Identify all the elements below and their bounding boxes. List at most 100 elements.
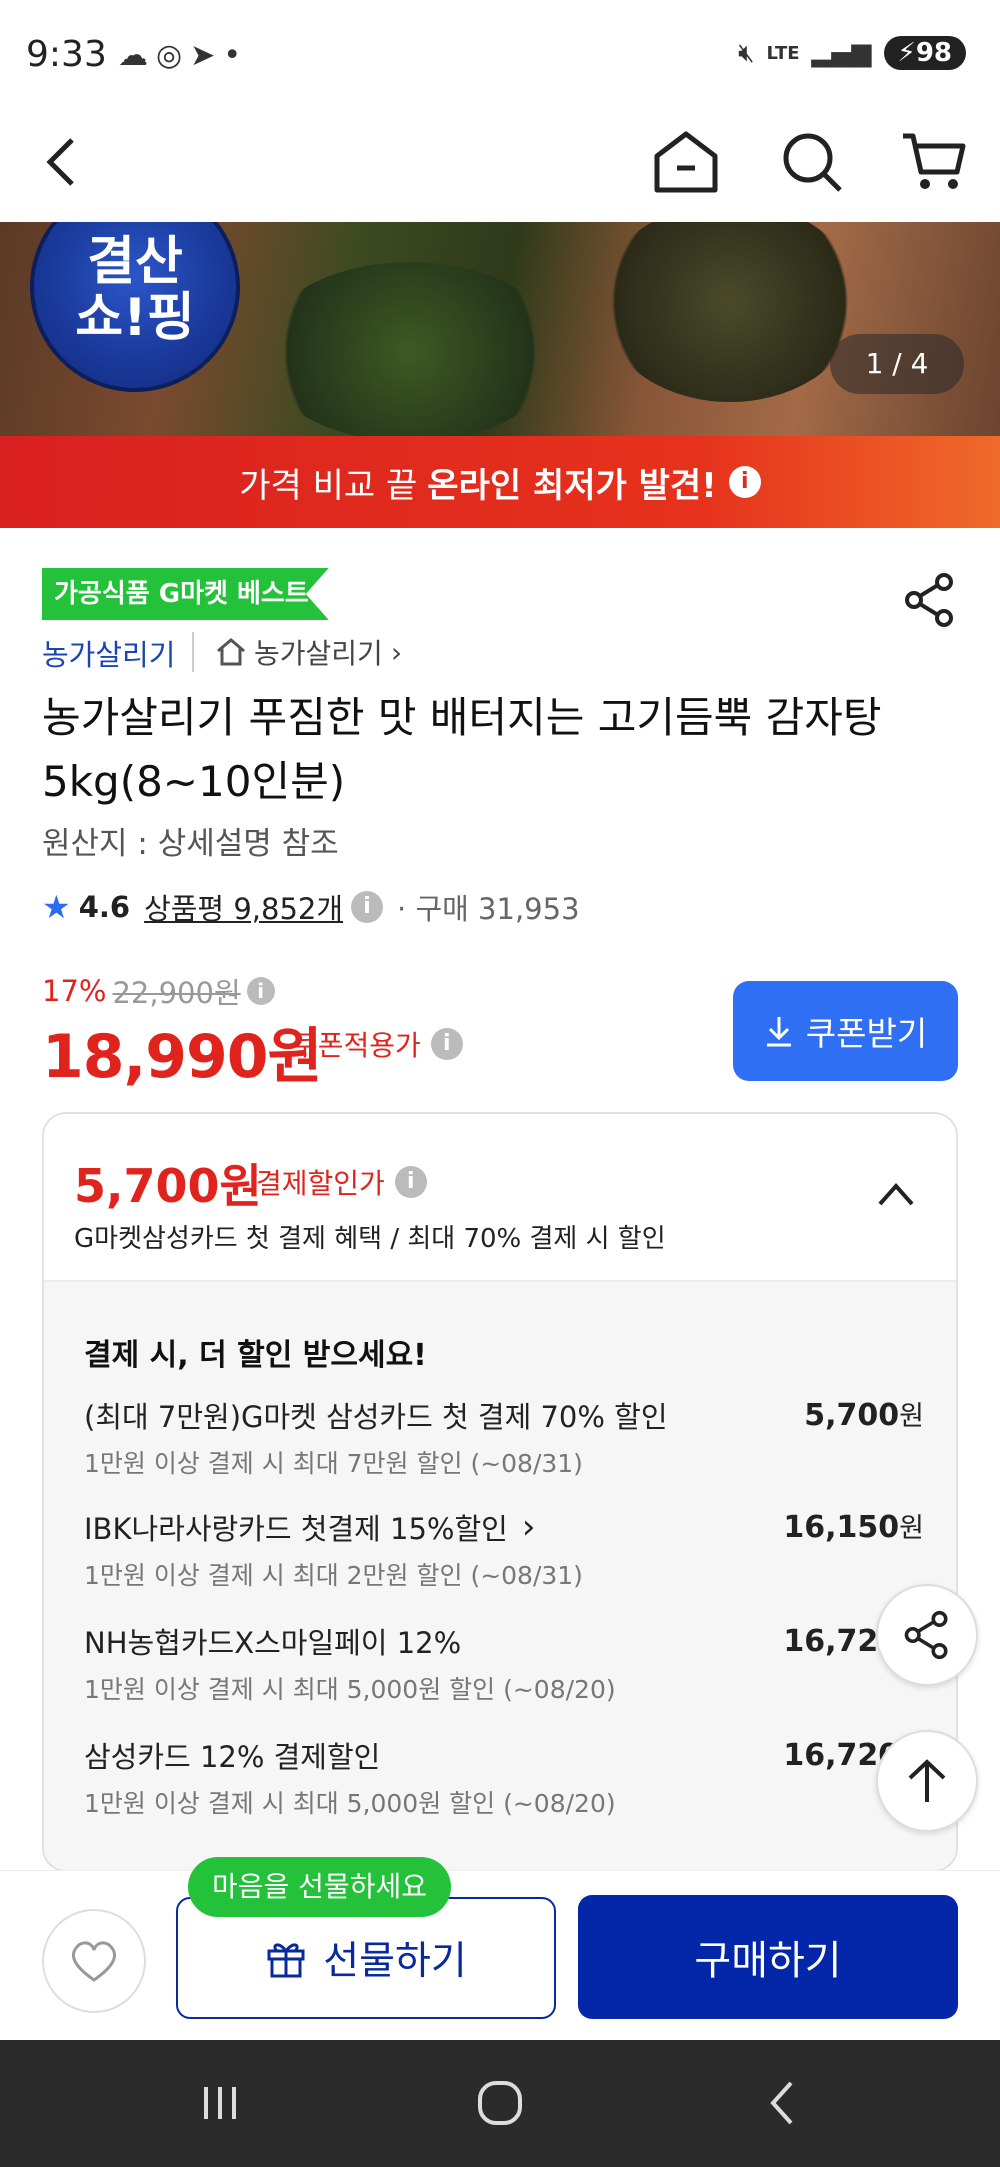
- banner-text: 가격 비교 끝: [239, 465, 418, 506]
- info-icon[interactable]: i: [728, 466, 761, 498]
- back-arrow-icon: [46, 138, 74, 186]
- gift-button-label: 선물하기: [323, 1939, 467, 1984]
- banner-highlight: 온라인 최저가 발견!: [427, 465, 717, 506]
- review-count-link[interactable]: 상품평 9,852개: [144, 886, 343, 928]
- mute-icon: 🔇︎: [738, 37, 755, 68]
- gift-tooltip: 마음을 선물하세요: [188, 1857, 451, 1917]
- payment-option-row[interactable]: NH농협카드X스마일페이 12% 1만원 이상 결제 시 최대 5,000원 할…: [84, 1620, 924, 1706]
- info-icon[interactable]: i: [246, 977, 275, 1005]
- notification-icons: ☁◎➤•: [118, 38, 250, 73]
- price-label-row: 쿠폰적용가 i: [292, 1024, 463, 1064]
- payment-discount-label: 결제할인가: [256, 1167, 385, 1200]
- app-header: [0, 112, 1000, 222]
- back-nav-button[interactable]: [742, 2070, 822, 2136]
- best-badge: 가공식품 G마켓 베스트: [42, 568, 329, 620]
- original-price: 22,900원: [112, 976, 241, 1010]
- share-button[interactable]: [902, 572, 958, 628]
- search-button[interactable]: [772, 112, 852, 212]
- discount-percent: 17%: [42, 974, 107, 1008]
- payment-option-title: IBK나라사랑카드 첫결제 15%할인: [84, 1512, 508, 1546]
- home-button[interactable]: [646, 112, 726, 212]
- chevron-right-icon: ›: [390, 635, 403, 669]
- share-icon: [905, 573, 953, 627]
- star-icon: ★: [42, 888, 71, 926]
- food-image-detail: [600, 222, 860, 402]
- status-time: 9:33: [26, 34, 107, 75]
- chevron-right-icon: ›: [521, 1507, 536, 1547]
- payment-discount-label-row: 결제할인가 i: [256, 1162, 427, 1202]
- store-link-label: 농가살리기: [254, 637, 383, 670]
- cart-button[interactable]: [894, 112, 974, 212]
- payment-summary[interactable]: 5,700원 결제할인가 i G마켓삼성카드 첫 결제 혜택 / 최대 70% …: [44, 1114, 956, 1282]
- rating-score: 4.6: [78, 890, 131, 924]
- system-nav-bar: [0, 2040, 1000, 2167]
- search-icon: [783, 133, 842, 192]
- seller-name[interactable]: 농가살리기: [42, 632, 175, 674]
- store-link[interactable]: 농가살리기 ›: [216, 632, 402, 672]
- home-icon: [654, 131, 718, 193]
- payment-options: 결제 시, 더 할인 받으세요! (최대 7만원)G마켓 삼성카드 첫 결제 7…: [44, 1282, 956, 1870]
- recents-icon: [204, 2087, 236, 2119]
- product-title: 농가살리기 푸짐한 맛 배터지는 고기듬뿍 감자탕 5kg(8~10인분): [42, 693, 882, 806]
- heart-icon: [71, 1941, 117, 1982]
- payment-discount-card: 5,700원 결제할인가 i G마켓삼성카드 첫 결제 혜택 / 최대 70% …: [42, 1112, 958, 1872]
- amount-unit: 원: [899, 1513, 924, 1544]
- gift-icon: [267, 1943, 305, 1978]
- payment-option-sub: 1만원 이상 결제 시 최대 5,000원 할인 (~08/20): [84, 1675, 616, 1704]
- home-circle-icon: [478, 2081, 522, 2125]
- product-origin: 원산지 : 상세설명 참조: [42, 826, 339, 862]
- rating-row: ★ 4.6 상품평 9,852개 i · 구매 31,953: [42, 886, 580, 928]
- wishlist-button[interactable]: [42, 1909, 146, 2013]
- info-icon[interactable]: i: [430, 1028, 463, 1060]
- battery-level: 98: [915, 38, 952, 68]
- coupon-button-label: 쿠폰받기: [805, 1014, 928, 1053]
- lowest-price-banner[interactable]: 가격 비교 끝 온라인 최저가 발견! i: [0, 436, 1000, 528]
- payment-option-row[interactable]: (최대 7만원)G마켓 삼성카드 첫 결제 70% 할인 1만원 이상 결제 시…: [84, 1394, 924, 1480]
- signal-icon: ▂▄▆: [811, 38, 872, 68]
- status-bar: 9:33 ☁◎➤• 🔇︎ LTE ▂▄▆ ⚡98: [0, 0, 1000, 112]
- home-nav-button[interactable]: [460, 2070, 540, 2136]
- amount-value: 5,700: [804, 1398, 900, 1433]
- divider: [192, 632, 194, 672]
- battery-indicator: ⚡98: [883, 36, 966, 70]
- share-icon: [904, 1610, 948, 1660]
- coupon-download-button[interactable]: 쿠폰받기: [733, 981, 958, 1081]
- info-icon[interactable]: i: [394, 1166, 427, 1198]
- purchase-count: · 구매 31,953: [397, 892, 580, 926]
- amount-value: 16,150: [783, 1510, 900, 1545]
- recents-button[interactable]: [180, 2070, 260, 2136]
- product-image-carousel[interactable]: 결산 쇼!핑 1 / 4: [0, 222, 1000, 436]
- coupon-price-label: 쿠폰적용가: [292, 1029, 421, 1062]
- chevron-up-icon[interactable]: [874, 1172, 918, 1216]
- network-label: LTE: [766, 42, 800, 64]
- cart-icon: [903, 133, 966, 189]
- payment-option-amount: 5,700원: [804, 1394, 924, 1433]
- event-logo-text: 결산 쇼!핑: [75, 232, 195, 348]
- payment-option-sub: 1만원 이상 결제 시 최대 2만원 할인 (~08/31): [84, 1561, 583, 1590]
- arrow-up-icon: [908, 1759, 946, 1802]
- event-logo: 결산 쇼!핑: [30, 222, 240, 392]
- sale-price: 18,990원: [42, 1022, 323, 1092]
- bottom-action-bar: 선물하기 마음을 선물하세요 구매하기: [0, 1857, 1000, 2040]
- purchase-count-text: 구매 31,953: [415, 892, 580, 926]
- image-pager: 1 / 4: [830, 334, 964, 394]
- store-home-icon: [217, 638, 245, 666]
- buy-button[interactable]: 구매하기: [578, 1895, 958, 2019]
- amount-unit: 원: [899, 1401, 924, 1432]
- payment-option-amount: 16,150원: [783, 1506, 924, 1545]
- status-right: 🔇︎ LTE ▂▄▆ ⚡98: [738, 36, 966, 70]
- payment-option-row[interactable]: 삼성카드 12% 결제할인 1만원 이상 결제 시 최대 5,000원 할인 (…: [84, 1734, 924, 1820]
- food-image-detail: [260, 262, 560, 436]
- payment-option-sub: 1만원 이상 결제 시 최대 5,000원 할인 (~08/20): [84, 1789, 616, 1818]
- payment-subtitle: G마켓삼성카드 첫 결제 혜택 / 최대 70% 결제 시 할인: [74, 1224, 666, 1254]
- payment-option-title: (최대 7만원)G마켓 삼성카드 첫 결제 70% 할인: [84, 1400, 668, 1434]
- payment-option-sub: 1만원 이상 결제 시 최대 7만원 할인 (~08/31): [84, 1449, 583, 1478]
- info-icon[interactable]: i: [351, 891, 384, 923]
- floating-share-button[interactable]: [876, 1584, 978, 1686]
- scroll-top-button[interactable]: [876, 1730, 978, 1832]
- payment-discount-price: 5,700원: [74, 1159, 262, 1213]
- payment-option-row[interactable]: IBK나라사랑카드 첫결제 15%할인 › 1만원 이상 결제 시 최대 2만원 …: [84, 1506, 924, 1592]
- back-button[interactable]: [22, 112, 102, 212]
- download-icon: [766, 1017, 791, 1047]
- payment-section-title: 결제 시, 더 할인 받으세요!: [84, 1338, 427, 1373]
